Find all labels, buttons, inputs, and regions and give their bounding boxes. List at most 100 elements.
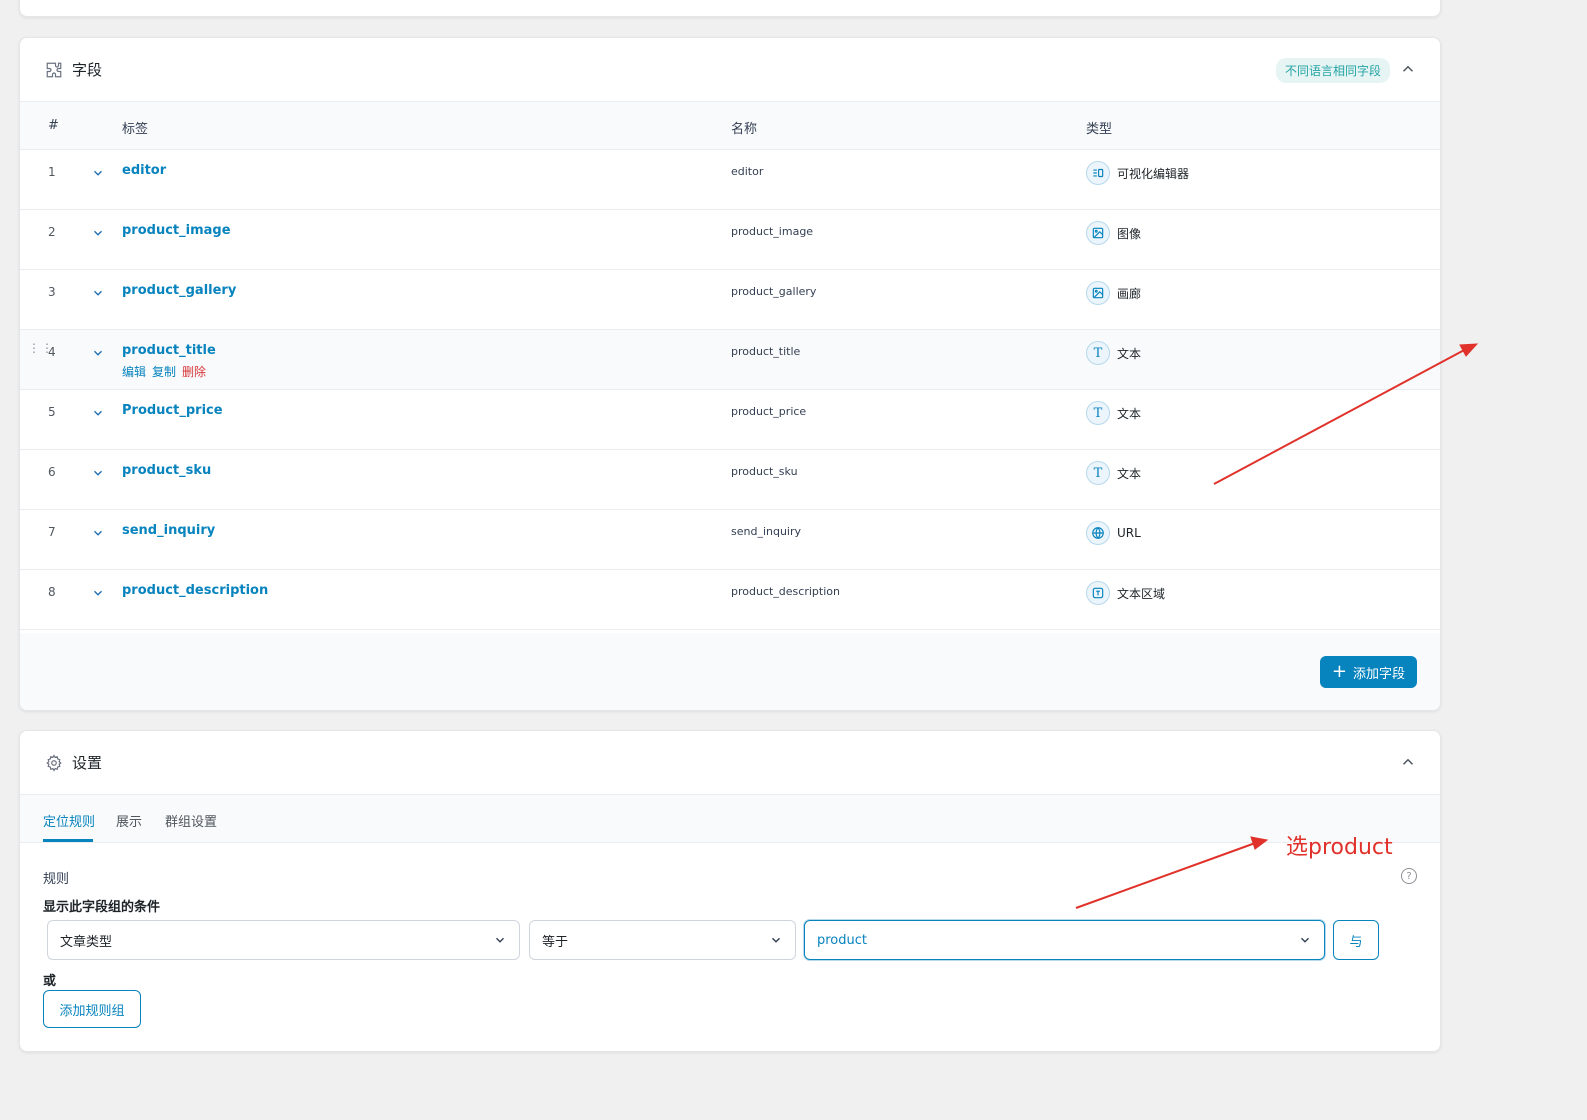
help-icon[interactable]: ?	[1401, 868, 1417, 884]
text-icon: T	[1086, 461, 1110, 485]
rule-param-select[interactable]: 文章类型	[47, 920, 520, 960]
gear-icon	[44, 753, 64, 773]
delete-link[interactable]: 删除	[182, 365, 206, 379]
table-row[interactable]: 3 product_gallery product_gallery 画廊	[20, 270, 1440, 330]
rule-value-select[interactable]: product	[804, 920, 1325, 960]
field-label-link[interactable]: product_description	[122, 583, 268, 598]
field-name: product_sku	[731, 465, 798, 478]
row-number: 8	[48, 585, 56, 599]
field-type: 画廊	[1086, 281, 1141, 305]
chevron-down-icon	[493, 933, 507, 947]
field-type-label: 可视化编辑器	[1117, 166, 1190, 181]
chevron-down-icon[interactable]	[91, 405, 105, 419]
field-name: editor	[731, 165, 764, 178]
table-row[interactable]: 8 product_description product_description 文…	[20, 570, 1440, 630]
row-number: 4	[48, 345, 56, 359]
plus-icon: +	[1331, 661, 1347, 682]
fields-panel-header[interactable]: 字段 不同语言相同字段	[20, 38, 1440, 102]
chevron-down-icon[interactable]	[91, 525, 105, 539]
field-name: product_description	[731, 585, 840, 598]
field-name: product_price	[731, 405, 807, 418]
col-type: 类型	[1086, 122, 1113, 137]
add-rule-group-button[interactable]: 添加规则组	[43, 990, 141, 1028]
row-actions: 编辑 复制 删除	[122, 363, 212, 380]
same-fields-badge[interactable]: 不同语言相同字段	[1275, 58, 1390, 83]
field-name: product_gallery	[731, 285, 817, 298]
active-tab-indicator	[43, 839, 93, 842]
row-number: 5	[48, 405, 56, 419]
field-type-label: 文本区域	[1117, 586, 1166, 601]
table-row[interactable]: 1 editor editor 可视化编辑器	[20, 150, 1440, 210]
settings-panel-title: 设置	[72, 754, 103, 772]
rule-param-value: 文章类型	[60, 934, 113, 950]
settings-panel-header[interactable]: 设置	[20, 731, 1440, 795]
fields-footer: + 添加字段	[20, 633, 1440, 710]
field-name: product_title	[731, 345, 801, 358]
field-type-label: 文本	[1117, 346, 1142, 361]
field-type: T 文本	[1086, 341, 1141, 365]
row-number: 1	[48, 165, 56, 179]
field-type: 文本区域	[1086, 581, 1165, 605]
chevron-down-icon[interactable]	[91, 165, 105, 179]
fields-table-header: # 标签 名称 类型	[20, 102, 1440, 150]
settings-panel: 设置 定位规则 展示 群组设置 规则 ? 显示此字段组的条件 文章类型 等于 p…	[19, 730, 1441, 1052]
field-name: send_inquiry	[731, 525, 802, 538]
editor-icon	[1086, 161, 1110, 185]
field-type-label: 图像	[1117, 226, 1142, 241]
field-label-link[interactable]: product_title	[122, 343, 216, 358]
fields-table-body: 1 editor editor 可视化编辑器 2 product_image product…	[20, 150, 1440, 630]
row-number: 7	[48, 525, 56, 539]
add-field-label: 添加字段	[1352, 666, 1405, 682]
chevron-down-icon[interactable]	[91, 345, 105, 359]
tab-location-rules[interactable]: 定位规则	[43, 811, 95, 830]
field-type-label: 画廊	[1117, 286, 1142, 301]
chevron-down-icon[interactable]	[91, 225, 105, 239]
image-icon	[1086, 221, 1110, 245]
chevron-up-icon[interactable]	[1399, 60, 1417, 78]
textarea-icon	[1086, 581, 1110, 605]
text-icon: T	[1086, 341, 1110, 365]
field-type-label: 文本	[1117, 466, 1142, 481]
previous-panel	[19, 0, 1441, 17]
table-row[interactable]: 5 Product_price product_price T 文本	[20, 390, 1440, 450]
field-label-link[interactable]: product_gallery	[122, 283, 236, 298]
or-label: 或	[43, 974, 57, 989]
col-name: 名称	[731, 122, 758, 137]
table-row[interactable]: ⋮⋮ 4 product_title 编辑 复制 删除 product_title T 文本	[20, 330, 1440, 390]
table-row[interactable]: 7 send_inquiry send_inquiry URL	[20, 510, 1440, 570]
table-row[interactable]: 6 product_sku product_sku T 文本	[20, 450, 1440, 510]
field-label-link[interactable]: product_image	[122, 223, 231, 238]
field-type: 图像	[1086, 221, 1141, 245]
row-number: 6	[48, 465, 56, 479]
add-field-button[interactable]: + 添加字段	[1319, 656, 1417, 688]
duplicate-link[interactable]: 复制	[152, 365, 176, 379]
field-type-label: 文本	[1117, 406, 1142, 421]
table-row[interactable]: 2 product_image product_image 图像	[20, 210, 1440, 270]
settings-tabs: 定位规则 展示 群组设置	[20, 795, 1440, 843]
drag-handle-icon[interactable]: ⋮⋮	[28, 342, 53, 359]
rule-operator-value: 等于	[542, 934, 569, 950]
rule-operator-select[interactable]: 等于	[529, 920, 796, 960]
field-name: product_image	[731, 225, 814, 238]
tab-presentation[interactable]: 展示	[116, 811, 142, 830]
col-label: 标签	[122, 122, 149, 137]
and-rule-button[interactable]: 与	[1333, 920, 1379, 960]
field-type: 可视化编辑器	[1086, 161, 1189, 185]
field-label-link[interactable]: editor	[122, 163, 166, 178]
rules-description: 显示此字段组的条件	[43, 900, 161, 915]
field-type-label: URL	[1117, 526, 1141, 540]
chevron-down-icon[interactable]	[91, 585, 105, 599]
rule-value-value: product	[817, 932, 868, 948]
chevron-down-icon[interactable]	[91, 285, 105, 299]
chevron-down-icon[interactable]	[91, 465, 105, 479]
field-label-link[interactable]: send_inquiry	[122, 523, 215, 538]
gallery-icon	[1086, 281, 1110, 305]
tab-group-settings[interactable]: 群组设置	[165, 811, 217, 830]
edit-link[interactable]: 编辑	[122, 365, 146, 379]
field-type: URL	[1086, 521, 1141, 545]
chevron-up-icon[interactable]	[1399, 753, 1417, 771]
field-label-link[interactable]: product_sku	[122, 463, 211, 478]
field-label-link[interactable]: Product_price	[122, 403, 223, 418]
fields-panel-title: 字段	[72, 61, 103, 79]
row-number: 3	[48, 285, 56, 299]
